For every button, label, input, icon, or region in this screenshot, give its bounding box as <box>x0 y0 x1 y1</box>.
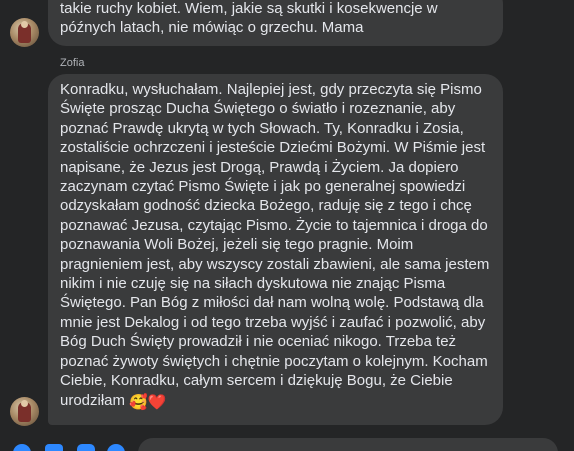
message-input[interactable] <box>138 438 558 451</box>
message-line: Bóg Duch Święty prowadził i nie oceniać … <box>60 333 457 351</box>
message-line: późnych latach, nie mówiąc o grzechu. Ma… <box>60 19 364 37</box>
message-line-last: urodziłam 🥰❤️ <box>60 391 491 412</box>
avatar[interactable] <box>10 18 39 47</box>
message-line: urodziłam <box>60 391 126 409</box>
smiling-hearts-emoji: 🥰 <box>129 393 148 411</box>
composer-bar <box>0 434 574 451</box>
message-line: Świętego. Pan Bóg z miłości dał nam woln… <box>60 294 484 312</box>
message-line: mnie jest Dekalog i od tego trzeba wyjść… <box>60 313 486 331</box>
message-line: odzyskałam godność dziecka Bożego, raduj… <box>60 197 472 215</box>
red-heart-emoji: ❤️ <box>147 393 167 411</box>
plus-circle-icon[interactable] <box>13 444 31 451</box>
message-line: Święte prosząc Ducha Świętego o światło … <box>60 100 456 118</box>
message-line: zaczynam czytać Pismo Święte i jak po ge… <box>60 178 466 196</box>
message-line: pragnieniem jest, aby wszyscy zostali zb… <box>60 255 490 273</box>
message-line: takie ruchy kobiet. Wiem, jakie są skutk… <box>60 0 438 17</box>
message-line: poznawać Jezusa, czytając Pismo. Życie t… <box>60 216 488 234</box>
message-bubble[interactable]: Konradku, wysłuchałam. Najlepiej jest, g… <box>48 74 503 425</box>
gallery-icon[interactable] <box>45 444 63 451</box>
message-line: Ciebie, Konradku, całym sercem i dziękuj… <box>60 372 453 390</box>
message-bubble-previous[interactable]: takie ruchy kobiet. Wiem, jakie są skutk… <box>48 0 503 46</box>
avatar-head <box>21 400 28 407</box>
gif-icon[interactable] <box>107 444 125 451</box>
message-line: poznawania Woli Bożej, jeżeli się tego p… <box>60 236 414 254</box>
avatar[interactable] <box>10 397 39 426</box>
message-line: poznać żywoty świętych i chętnie poczyta… <box>60 352 488 370</box>
avatar-head <box>21 21 28 28</box>
message-line: Konradku, wysłuchałam. Najlepiej jest, g… <box>60 81 482 98</box>
message-line: nikim i nie czuję się na siłach dyskutow… <box>60 275 446 293</box>
message-line: napisane, że Jezus jest Drogą, Prawdą i … <box>60 158 459 176</box>
message-line: zostaliście ochrzczeni i jesteście Dzieć… <box>60 139 486 157</box>
chat-thread: takie ruchy kobiet. Wiem, jakie są skutk… <box>0 0 574 451</box>
message-line: poznać Prawdę ukrytą w tych Słowach. Ty,… <box>60 119 464 137</box>
sender-name: Zofia <box>60 57 85 69</box>
sticker-icon[interactable] <box>77 444 95 451</box>
